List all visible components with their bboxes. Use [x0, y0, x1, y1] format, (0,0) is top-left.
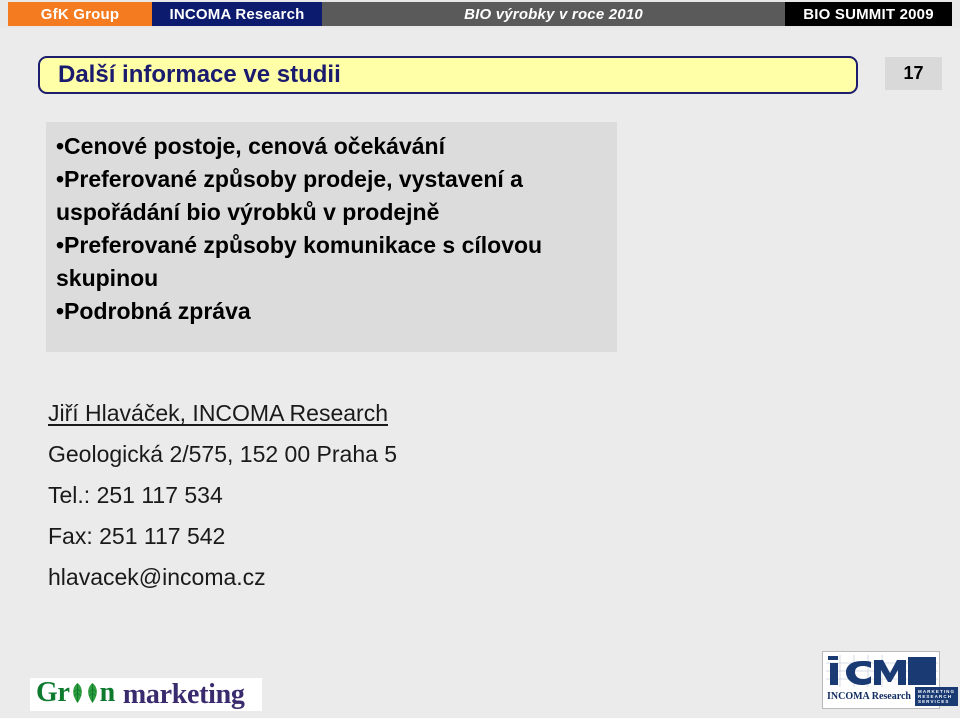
header-banner: GfK Group INCOMA Research BIO výrobky v … — [0, 0, 960, 28]
tagline-line-3: SERVICES — [917, 699, 950, 705]
contact-name-org: Jiří Hlaváček, INCOMA Research — [48, 400, 388, 426]
slide-canvas: GfK Group INCOMA Research BIO výrobky v … — [0, 0, 960, 718]
header-topic: BIO výrobky v roce 2010 — [322, 2, 785, 26]
contact-block: Jiří Hlaváček, INCOMA Research Geologick… — [48, 393, 608, 598]
incoma-logo-tagline: MARKETING RESEARCH SERVICES — [914, 686, 959, 707]
list-item: •Preferované způsoby prodeje, vystavení … — [56, 166, 530, 225]
incoma-logo-name: INCOMA Research — [827, 691, 911, 702]
gm-suffix-text: n — [99, 677, 116, 708]
incoma-logo-mark — [826, 655, 938, 687]
contact-email: hlavacek@incoma.cz — [48, 564, 266, 590]
gm-prefix-text: Gr — [36, 677, 70, 708]
contact-fax: Fax: 251 117 542 — [48, 523, 226, 549]
page-number-badge: 17 — [885, 57, 942, 90]
contact-phone: Tel.: 251 117 534 — [48, 482, 223, 508]
green-marketing-word-green: Gr n — [36, 679, 115, 710]
list-item: •Preferované způsoby komunikace s cílovo… — [56, 232, 549, 291]
incoma-logo-caption: INCOMA Research MARKETING RESEARCH SERVI… — [826, 686, 959, 707]
page-title: Další informace ve studii — [58, 61, 341, 88]
header-brand-gfk: GfK Group — [8, 2, 152, 26]
list-item: •Podrobná zpráva — [56, 298, 251, 324]
contact-address: Geologická 2/575, 152 00 Praha 5 — [48, 441, 398, 467]
header-brand-incoma: INCOMA Research — [152, 2, 322, 26]
bullet-list-box: •Cenové postoje, cenová očekávání •Prefe… — [46, 122, 617, 352]
leaf-icon — [70, 682, 85, 710]
slide-title-box: Další informace ve studii — [38, 56, 858, 94]
header-event: BIO SUMMIT 2009 — [785, 2, 952, 26]
list-item: •Cenové postoje, cenová očekávání — [56, 133, 445, 159]
incoma-research-logo: INCOMA Research MARKETING RESEARCH SERVI… — [822, 651, 959, 709]
leaf-icon — [85, 682, 100, 710]
green-marketing-logo: Gr n marketing — [30, 678, 262, 711]
green-marketing-word-marketing: marketing — [122, 678, 245, 710]
